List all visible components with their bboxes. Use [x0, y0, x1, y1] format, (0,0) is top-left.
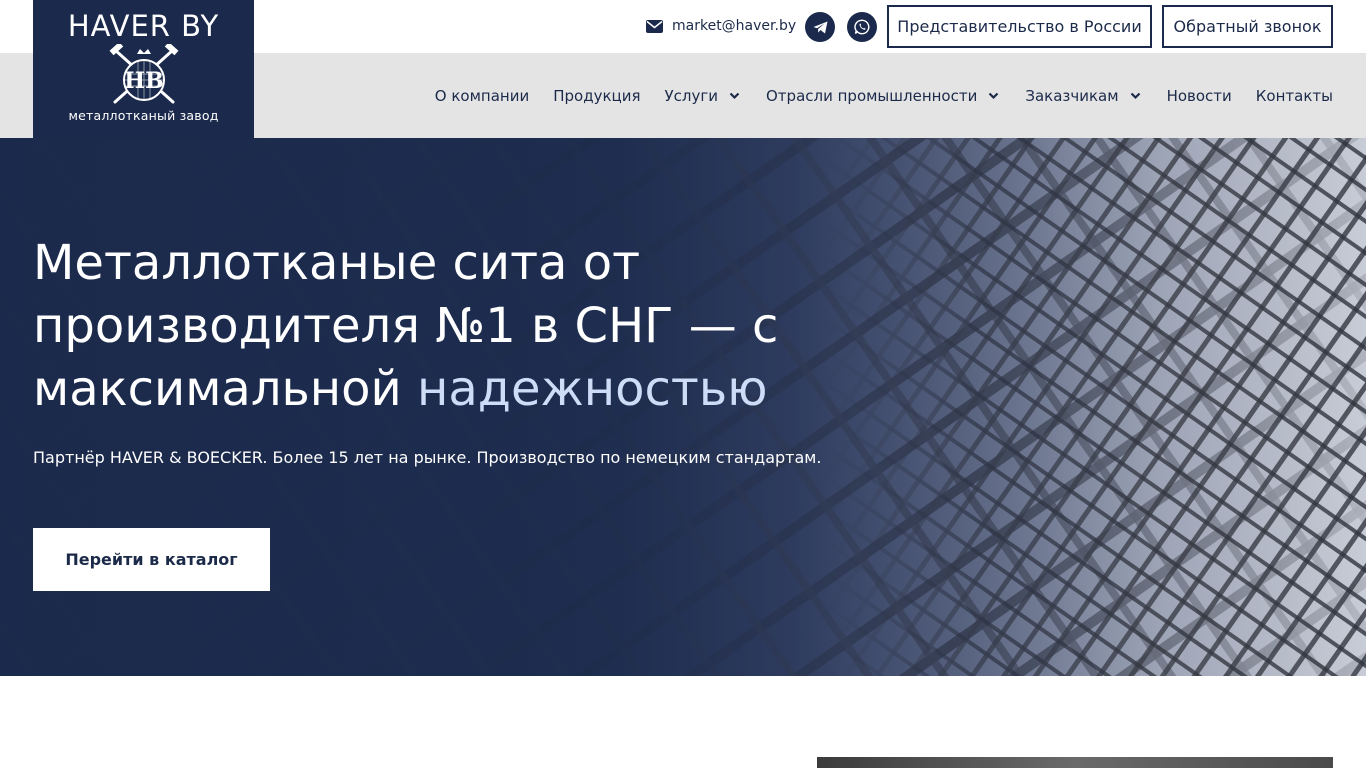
menu-item-customers[interactable]: Заказчикам: [1025, 87, 1142, 105]
email-link[interactable]: market@haver.by: [646, 16, 796, 36]
telegram-button[interactable]: [805, 12, 835, 42]
hero-title-line: производителя №1 в СНГ — с: [33, 298, 779, 354]
chevron-down-icon: [729, 92, 740, 99]
russia-office-button[interactable]: Представительство в России: [887, 5, 1152, 48]
menu-label: Услуги: [664, 86, 718, 105]
menu-item-news[interactable]: Новости: [1167, 87, 1232, 105]
menu-item-services[interactable]: Услуги: [665, 87, 742, 105]
logo-subtitle: металлотканый завод: [68, 108, 219, 123]
hero-title-accent: надежностью: [417, 361, 768, 417]
hero-subtitle: Партнёр HAVER & BOECKER. Более 15 лет на…: [33, 448, 822, 467]
section-image: [817, 757, 1333, 768]
callback-button[interactable]: Обратный звонок: [1162, 5, 1333, 48]
menu-label: Заказчикам: [1025, 86, 1119, 105]
hero-section: Металлотканые сита от производителя №1 в…: [0, 138, 1366, 676]
menu-item-industries[interactable]: Отрасли промышленности: [766, 87, 1001, 105]
menu-item-about[interactable]: О компании: [435, 87, 529, 105]
menu-item-contacts[interactable]: Контакты: [1256, 87, 1333, 105]
menu-item-products[interactable]: Продукция: [553, 87, 640, 105]
menu-label: Отрасли промышленности: [766, 86, 978, 105]
menu-label: Контакты: [1255, 86, 1333, 105]
main-menu: О компании Продукция Услуги Отрасли пром…: [411, 53, 1333, 138]
hero-title-line: Металлотканые сита от: [33, 235, 641, 291]
whatsapp-icon: [854, 19, 870, 35]
catalog-button[interactable]: Перейти в каталог: [33, 528, 270, 591]
menu-label: Новости: [1166, 86, 1232, 105]
site-logo[interactable]: HAVER BY HB металлотканый завод: [33, 0, 254, 138]
telegram-icon: [813, 21, 827, 33]
whatsapp-button[interactable]: [847, 12, 877, 42]
menu-label: Продукция: [553, 86, 641, 105]
hb-emblem-icon: HB: [109, 44, 178, 104]
hero-title-line: максимальной: [33, 361, 417, 417]
chevron-down-icon: [1130, 92, 1140, 99]
emblem-letters: HB: [124, 68, 163, 94]
chevron-down-icon: [989, 92, 999, 99]
logo-title: HAVER BY: [67, 9, 220, 43]
hero-title: Металлотканые сита от производителя №1 в…: [33, 232, 793, 421]
envelope-icon: [646, 19, 663, 33]
menu-label: О компании: [434, 86, 530, 105]
email-text: market@haver.by: [672, 18, 797, 34]
